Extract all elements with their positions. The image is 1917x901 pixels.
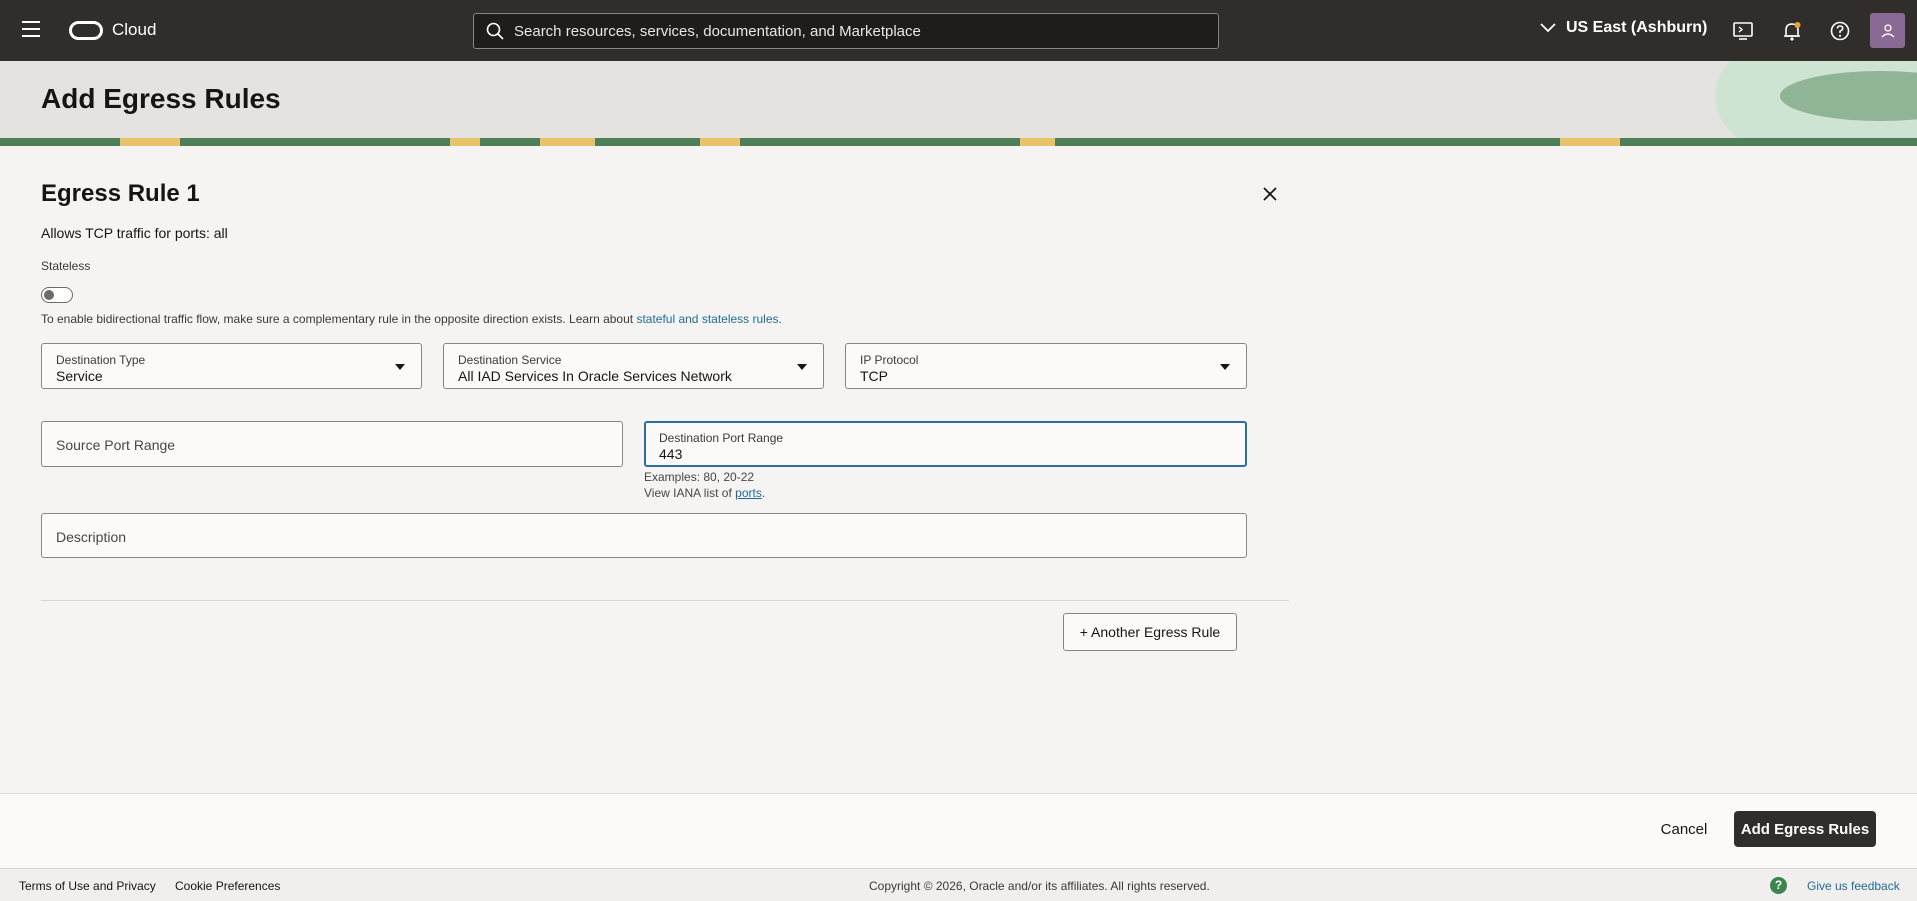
- search-input[interactable]: [514, 22, 1194, 40]
- terms-link[interactable]: Terms of Use and Privacy: [19, 879, 156, 893]
- search-box[interactable]: [473, 13, 1219, 49]
- feedback-link[interactable]: ? Give us feedback: [1770, 877, 1900, 894]
- destination-type-select[interactable]: Destination Type Service: [41, 343, 422, 389]
- cloud-shell-icon[interactable]: [1732, 20, 1754, 42]
- iana-ports-link[interactable]: ports: [735, 486, 762, 500]
- page-footer: Terms of Use and Privacy Cookie Preferen…: [0, 868, 1917, 901]
- page-title: Add Egress Rules: [41, 83, 281, 114]
- region-selector[interactable]: US East (Ashburn): [1540, 19, 1707, 37]
- source-port-range-placeholder: Source Port Range: [56, 437, 176, 453]
- user-profile-icon: [1881, 23, 1894, 37]
- ip-protocol-select[interactable]: IP Protocol TCP: [845, 343, 1247, 389]
- banner-stripe: [0, 138, 1917, 146]
- close-icon[interactable]: [1259, 183, 1281, 205]
- port-view-prefix: View IANA list of: [644, 486, 736, 500]
- caret-down-icon: [395, 364, 405, 370]
- caret-down-icon: [797, 364, 807, 370]
- toggle-knob: [44, 290, 54, 300]
- brand-label: Cloud: [112, 20, 157, 39]
- cookie-preferences-link[interactable]: Cookie Preferences: [175, 879, 280, 893]
- stateful-stateless-link[interactable]: stateful and stateless rules: [636, 312, 778, 326]
- description-placeholder: Description: [56, 529, 127, 545]
- destination-port-range-value: 443: [659, 446, 683, 462]
- hint-end: .: [778, 312, 782, 326]
- port-view-end: .: [761, 486, 766, 500]
- port-examples: Examples: 80, 20-22: [644, 470, 755, 484]
- region-label: US East (Ashburn): [1566, 19, 1708, 36]
- add-egress-rules-button[interactable]: Add Egress Rules: [1734, 811, 1876, 847]
- destination-type-label: Destination Type: [56, 353, 146, 367]
- user-avatar[interactable]: [1870, 13, 1905, 48]
- search-icon: [486, 22, 504, 40]
- cancel-button[interactable]: Cancel: [1644, 811, 1724, 847]
- top-navigation-bar: Cloud US East (Ashburn): [0, 0, 1917, 61]
- source-port-range-input[interactable]: Source Port Range: [41, 421, 623, 467]
- destination-type-value: Service: [56, 368, 103, 384]
- page-header-banner: Add Egress Rules: [0, 61, 1917, 146]
- destination-port-range-label: Destination Port Range: [659, 431, 784, 445]
- stateless-toggle[interactable]: [41, 287, 73, 303]
- another-egress-rule-button[interactable]: + Another Egress Rule: [1063, 613, 1237, 651]
- feedback-help-icon: ?: [1770, 877, 1787, 894]
- chevron-down-icon: [1540, 23, 1556, 33]
- destination-port-range-input[interactable]: Destination Port Range 443: [644, 421, 1247, 467]
- stateless-label: Stateless: [41, 259, 91, 273]
- feedback-label: Give us feedback: [1807, 878, 1900, 893]
- form-action-bar: Cancel Add Egress Rules: [0, 793, 1917, 868]
- section-divider: [41, 600, 1289, 601]
- description-input[interactable]: Description: [41, 513, 1247, 558]
- copyright-text: Copyright © 2026, Oracle and/or its affi…: [869, 879, 1210, 893]
- notifications-bell-icon[interactable]: [1781, 20, 1803, 42]
- help-icon[interactable]: [1829, 20, 1851, 42]
- destination-service-label: Destination Service: [458, 353, 562, 367]
- caret-down-icon: [1220, 364, 1230, 370]
- ip-protocol-label: IP Protocol: [860, 353, 919, 367]
- destination-service-select[interactable]: Destination Service All IAD Services In …: [443, 343, 824, 389]
- port-view-line: View IANA list of ports.: [644, 485, 765, 501]
- rule-summary: Allows TCP traffic for ports: all: [41, 225, 228, 241]
- rule-title: Egress Rule 1: [41, 180, 200, 207]
- port-range-help: Examples: 80, 20-22 View IANA list of po…: [644, 469, 765, 501]
- hamburger-menu-icon[interactable]: [22, 21, 44, 39]
- oracle-logo[interactable]: [69, 21, 103, 40]
- destination-service-value: All IAD Services In Oracle Services Netw…: [458, 368, 732, 384]
- ip-protocol-value: TCP: [860, 368, 888, 384]
- hint-text: To enable bidirectional traffic flow, ma…: [41, 312, 637, 326]
- stateless-hint: To enable bidirectional traffic flow, ma…: [41, 312, 782, 326]
